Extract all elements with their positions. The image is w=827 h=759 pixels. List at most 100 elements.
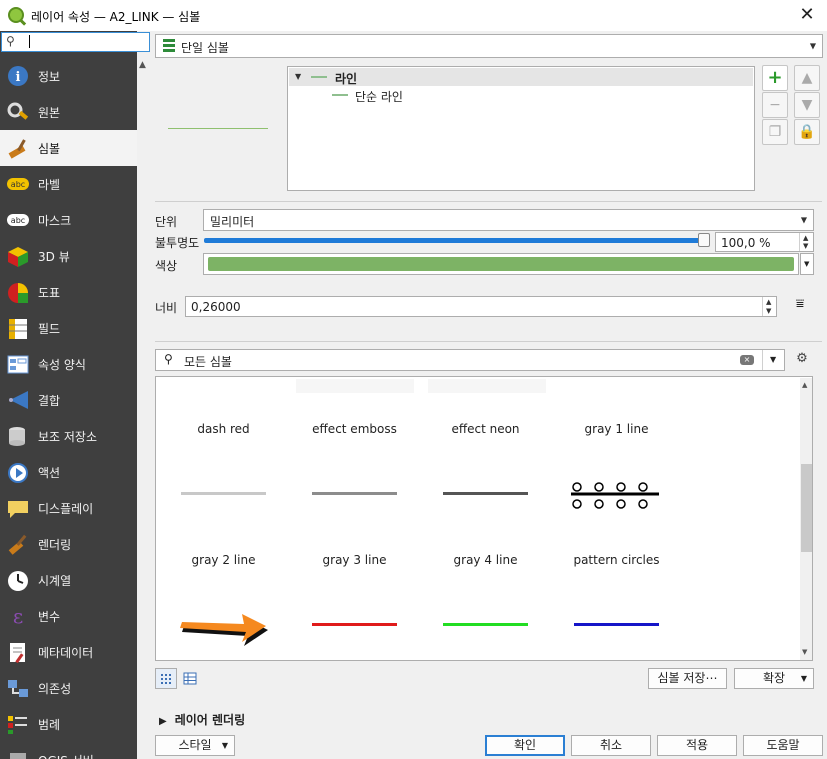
width-spinbox[interactable]: 0,26000 ▲ ▼ [185,296,777,317]
tree-item-simple-line[interactable]: 단순 라인 [289,86,753,104]
data-defined-override-icon[interactable]: ⩸ [788,296,812,318]
symbol-preview-line [443,623,528,626]
mask-icon: abc [6,209,30,231]
ok-button[interactable]: 확인 [485,735,565,756]
unit-select[interactable]: 밀리미터 ▼ [203,209,814,231]
info-icon: i [6,65,30,87]
sidebar-item-label: 속성 양식 [38,358,86,372]
add-symbol-layer-button[interactable]: + [762,65,788,91]
layer-rendering-section[interactable]: ▶ 레이어 렌더링 [159,711,245,728]
sidebar-item-display[interactable]: 디스플레이 [0,490,137,526]
move-down-button[interactable]: ▼ [794,92,820,118]
opacity-slider[interactable] [204,238,709,243]
scroll-down-icon[interactable]: ▼ [802,648,807,656]
sidebar-item-auxiliary-storage[interactable]: 보조 저장소 [0,418,137,454]
apply-button[interactable]: 적용 [657,735,737,756]
sidebar-item-metadata[interactable]: 메타데이터 [0,634,137,670]
sidebar-item-3d-view[interactable]: 3D 뷰 [0,238,137,274]
sidebar-item-info[interactable]: i 정보 [0,58,137,94]
scroll-up-icon[interactable]: ▲ [139,60,146,70]
scroll-up-icon[interactable]: ▲ [802,381,807,389]
remove-symbol-layer-button[interactable]: − [762,92,788,118]
metadata-icon [6,641,30,664]
spin-buttons[interactable]: ▲ ▼ [799,233,813,251]
sidebar-item-fields[interactable]: 필드 [0,310,137,346]
symbol-item[interactable]: dash red [158,377,289,508]
symbol-library-search[interactable]: ⚲ 모든 심볼 × ▼ [155,349,785,371]
scrollbar-thumb[interactable] [801,464,812,552]
sidebar-item-rendering[interactable]: 렌더링 [0,526,137,562]
svg-text:abc: abc [11,180,25,189]
3d-view-icon [6,245,30,267]
renderer-type-select[interactable]: 단일 심볼 ▼ [155,34,823,58]
sidebar-item-attributes-form[interactable]: 속성 양식 [0,346,137,382]
sidebar-item-labels[interactable]: abc 라벨 [0,166,137,202]
move-up-button[interactable]: ▲ [794,65,820,91]
symbol-group-dropdown[interactable]: ▼ [762,350,784,370]
spin-buttons[interactable]: ▲ ▼ [762,297,776,316]
sidebar-item-temporal[interactable]: 시계열 [0,562,137,598]
sidebar-item-joins[interactable]: 결합 [0,382,137,418]
clear-icon[interactable]: × [740,355,754,365]
sidebar-search-input[interactable]: ⚲ [1,32,150,52]
color-button[interactable] [203,253,799,275]
opacity-slider-handle[interactable] [698,233,710,247]
color-menu-button[interactable]: ▼ [800,253,814,275]
cancel-button[interactable]: 취소 [571,735,651,756]
help-button[interactable]: 도움말 [743,735,823,756]
sidebar-item-label: 3D 뷰 [38,250,70,264]
duplicate-layer-button[interactable]: ❐ [762,119,788,145]
symbol-item[interactable]: pattern circles [551,508,682,639]
spin-down-icon[interactable]: ▼ [803,242,808,250]
search-icon: ⚲ [164,352,173,366]
save-symbol-button[interactable]: 심볼 저장⋯ [648,668,727,689]
search-icon: ⚲ [6,34,15,48]
sidebar-item-legend[interactable]: 범례 [0,706,137,742]
sidebar-item-actions[interactable]: 액션 [0,454,137,490]
close-button[interactable]: ✕ [795,3,819,27]
symbol-item-name: dash red [197,422,250,436]
chevron-down-icon: ▼ [800,674,807,683]
gallery-scrollbar[interactable]: ▲ ▼ [800,378,812,660]
qgis-logo-icon [8,7,24,23]
symbol-item[interactable]: effect neon [420,377,551,508]
sidebar-item-mask[interactable]: abc 마스크 [0,202,137,238]
tree-item-line-label: 라인 [335,72,358,86]
spin-up-icon[interactable]: ▲ [803,234,808,242]
sidebar-item-dependencies[interactable]: 의존성 [0,670,137,706]
chevron-down-icon: ▼ [221,741,228,750]
sidebar-item-qgis-server[interactable]: QGIS 서버 [0,742,137,759]
list-view-button[interactable] [179,668,201,689]
tree-item-line[interactable]: ▼ 라인 [289,68,753,86]
advanced-button[interactable]: 확장 ▼ [734,668,814,689]
sidebar-item-symbology[interactable]: 심볼 [0,130,137,166]
sidebar-item-label: 원본 [38,106,61,120]
opacity-spinbox[interactable]: 100,0 % ▲ ▼ [715,232,814,252]
symbol-item[interactable]: gray 3 line [289,508,420,639]
rendering-icon [6,533,30,555]
style-button[interactable]: 스타일 ▼ [155,735,235,756]
sidebar-scrollbar[interactable]: ▲ [137,56,151,759]
attributes-form-icon [6,353,30,375]
sidebar-item-label: QGIS 서버 [38,752,94,759]
lock-color-button[interactable]: 🔒 [794,119,820,145]
spin-down-icon[interactable]: ▼ [766,307,771,315]
symbol-item[interactable]: gray 1 line [551,377,682,509]
divider [155,341,822,342]
style-manager-icon[interactable]: ⚙ [792,351,812,371]
symbol-item[interactable]: gray 4 line [420,508,551,639]
symbol-preview-line [181,492,266,495]
temporal-icon [6,569,30,591]
symbol-preview [168,128,268,129]
symbol-item[interactable]: gray 2 line [158,508,289,646]
sidebar-item-variables[interactable]: ε 변수 [0,598,137,634]
symbol-item[interactable]: effect emboss [289,377,420,508]
color-swatch [208,257,794,271]
expand-arrow-icon[interactable]: ▼ [295,72,301,81]
spin-up-icon[interactable]: ▲ [766,298,771,306]
expand-arrow-icon[interactable]: ▶ [159,716,167,727]
icon-view-button[interactable] [155,668,177,689]
sidebar-item-diagram[interactable]: 도표 [0,274,137,310]
fields-icon [6,317,30,339]
sidebar-item-source[interactable]: 원본 [0,94,137,130]
